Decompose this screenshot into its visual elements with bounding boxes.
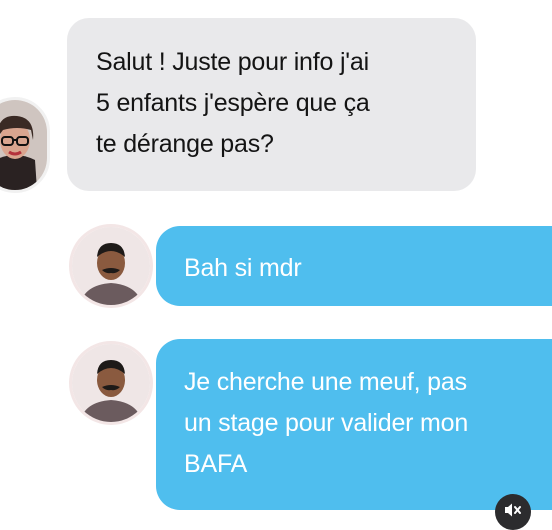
mute-toggle-button[interactable] xyxy=(495,494,531,530)
sender-avatar-man[interactable] xyxy=(69,341,153,425)
message-bubble-sent: Je cherche une meuf, pas un stage pour v… xyxy=(156,339,552,510)
sender-avatar-woman[interactable] xyxy=(0,97,50,193)
chat-thread: Salut ! Juste pour info j'ai 5 enfants j… xyxy=(0,0,552,530)
message-bubble-sent: Bah si mdr xyxy=(156,226,552,306)
speaker-muted-icon xyxy=(505,503,521,517)
sender-avatar-man[interactable] xyxy=(69,224,153,308)
message-bubble-received: Salut ! Juste pour info j'ai 5 enfants j… xyxy=(67,18,476,191)
